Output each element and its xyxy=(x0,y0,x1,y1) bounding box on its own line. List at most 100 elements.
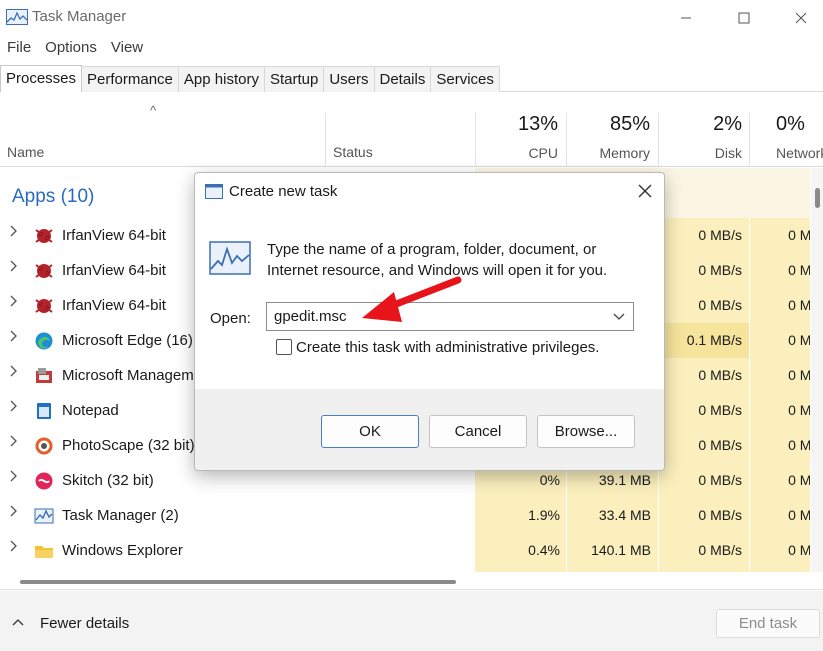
vertical-scrollbar-thumb[interactable] xyxy=(815,188,820,208)
menu-options[interactable]: Options xyxy=(38,37,104,61)
open-label: Open: xyxy=(210,310,251,327)
process-cpu-cell: 1.9% xyxy=(528,507,560,523)
create-task-dialog: Create new task Type the name of a progr… xyxy=(194,172,665,471)
memory-label: Memory xyxy=(599,145,650,161)
chevron-right-icon[interactable] xyxy=(9,435,18,450)
fewer-details-link[interactable]: Fewer details xyxy=(40,615,129,632)
process-disk-cell: 0 MB/s xyxy=(698,367,742,383)
column-status-header[interactable]: Status xyxy=(333,144,373,160)
process-row[interactable]: Task Manager (2) 1.9% 33.4 MB 0 MB/s 0 Mbps xyxy=(0,498,810,533)
process-network-cell: 0 Mbps xyxy=(788,472,810,488)
task-manager-icon xyxy=(34,506,54,526)
task-manager-icon xyxy=(209,241,251,275)
column-headers: ^ Name Status 13% CPU 85% Memory 2% Disk… xyxy=(0,93,823,167)
window-title: Task Manager xyxy=(32,8,127,25)
chevron-right-icon[interactable] xyxy=(9,260,18,275)
process-network-cell: 0 Mbps xyxy=(788,367,810,383)
process-network-cell: 0 Mbps xyxy=(788,542,810,558)
tab-details[interactable]: Details xyxy=(373,66,432,92)
minimize-button[interactable] xyxy=(657,0,715,36)
process-row[interactable]: Windows Explorer 0.4% 140.1 MB 0 MB/s 0 Mbps xyxy=(0,533,810,568)
irfanview-icon xyxy=(34,261,54,281)
browse-button[interactable]: Browse... xyxy=(537,415,635,448)
process-disk-cell: 0.1 MB/s xyxy=(686,332,742,348)
column-cpu-header[interactable]: 13% CPU xyxy=(478,113,558,161)
title-bar: Task Manager xyxy=(0,0,823,36)
column-disk-header[interactable]: 2% Disk xyxy=(660,113,742,161)
tab-services[interactable]: Services xyxy=(430,66,500,92)
process-name: IrfanView 64-bit xyxy=(62,227,166,244)
task-manager-icon xyxy=(6,9,28,25)
dialog-title: Create new task xyxy=(229,183,338,200)
process-disk-cell: 0 MB/s xyxy=(698,542,742,558)
irfanview-icon xyxy=(34,226,54,246)
chevron-up-icon[interactable] xyxy=(12,615,24,630)
tab-app-history[interactable]: App history xyxy=(177,66,265,92)
cancel-button[interactable]: Cancel xyxy=(429,415,527,448)
close-button[interactable] xyxy=(772,0,823,36)
column-divider xyxy=(566,113,567,167)
process-name: Notepad xyxy=(62,402,119,419)
tab-processes[interactable]: Processes xyxy=(0,65,83,92)
chevron-right-icon[interactable] xyxy=(9,295,18,310)
process-disk-cell: 0 MB/s xyxy=(698,402,742,418)
process-network-cell: 0 Mbps xyxy=(788,507,810,523)
skitch-icon xyxy=(34,471,54,491)
menu-file[interactable]: File xyxy=(0,37,38,61)
memory-total: 85% xyxy=(609,113,650,135)
process-disk-cell: 0 MB/s xyxy=(698,507,742,523)
cpu-total: 13% xyxy=(517,113,558,135)
process-name: IrfanView 64-bit xyxy=(62,297,166,314)
group-title: Apps (10) xyxy=(12,186,95,207)
admin-privileges-label[interactable]: Create this task with administrative pri… xyxy=(296,339,599,356)
sort-ascending-icon: ^ xyxy=(150,103,157,118)
chevron-right-icon[interactable] xyxy=(9,225,18,240)
cpu-label: CPU xyxy=(528,145,558,161)
process-disk-cell: 0 MB/s xyxy=(698,262,742,278)
process-name: PhotoScape (32 bit) xyxy=(62,437,195,454)
process-network-cell: 0 Mbps xyxy=(788,402,810,418)
chevron-right-icon[interactable] xyxy=(9,505,18,520)
network-total: 0% xyxy=(776,113,805,135)
photoscape-icon xyxy=(34,436,54,456)
tab-performance[interactable]: Performance xyxy=(81,66,179,92)
process-network-cell: 0 Mbps xyxy=(788,262,810,278)
maximize-button[interactable] xyxy=(715,0,773,36)
horizontal-scrollbar[interactable] xyxy=(0,572,823,590)
process-memory-cell: 140.1 MB xyxy=(591,542,651,558)
vertical-scrollbar[interactable] xyxy=(811,168,823,572)
chevron-down-icon[interactable] xyxy=(613,307,625,325)
dialog-close-button[interactable] xyxy=(633,179,657,203)
notepad-icon xyxy=(34,401,54,421)
process-network-cell: 0 Mbps xyxy=(788,297,810,313)
open-combobox[interactable]: gpedit.msc xyxy=(266,302,634,331)
close-icon xyxy=(795,12,807,24)
process-network-cell: 0 Mbps xyxy=(788,332,810,348)
process-cpu-cell: 0% xyxy=(539,472,560,488)
open-input-value[interactable]: gpedit.msc xyxy=(274,308,347,325)
chevron-right-icon[interactable] xyxy=(9,400,18,415)
process-disk-cell: 0 MB/s xyxy=(698,472,742,488)
process-name: IrfanView 64-bit xyxy=(62,262,166,279)
column-name-header[interactable]: Name xyxy=(7,144,44,160)
chevron-right-icon[interactable] xyxy=(9,540,18,555)
process-name: Windows Explorer xyxy=(62,542,183,559)
tab-users[interactable]: Users xyxy=(323,66,375,92)
column-network-header[interactable]: 0% Network xyxy=(752,113,823,161)
menu-view[interactable]: View xyxy=(104,37,150,61)
chevron-right-icon[interactable] xyxy=(9,470,18,485)
column-divider xyxy=(325,113,326,167)
maximize-icon xyxy=(738,12,750,24)
end-task-button[interactable]: End task xyxy=(716,609,820,638)
column-divider xyxy=(749,113,750,167)
chevron-right-icon[interactable] xyxy=(9,330,18,345)
disk-total: 2% xyxy=(713,113,742,135)
horizontal-scrollbar-thumb[interactable] xyxy=(20,580,456,584)
column-divider xyxy=(658,113,659,167)
ok-button[interactable]: OK xyxy=(321,415,419,448)
dialog-description: Type the name of a program, folder, docu… xyxy=(267,241,608,279)
column-memory-header[interactable]: 85% Memory xyxy=(568,113,650,161)
admin-privileges-checkbox[interactable] xyxy=(276,339,292,355)
tab-startup[interactable]: Startup xyxy=(263,66,325,92)
chevron-right-icon[interactable] xyxy=(9,365,18,380)
